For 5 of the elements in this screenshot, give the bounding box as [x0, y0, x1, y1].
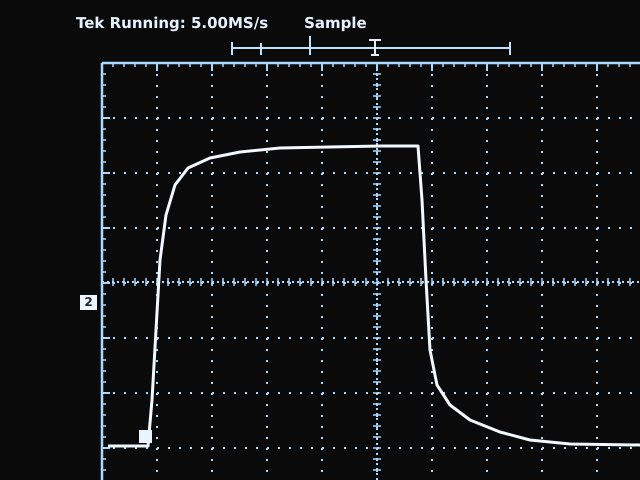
- acquisition-mode: Sample: [304, 16, 367, 31]
- trigger-position-icon: [368, 39, 382, 56]
- trigger-point-marker: [139, 430, 152, 443]
- acquisition-status: Tek Running: 5.00MS/s: [76, 16, 268, 31]
- channel-marker: 2: [80, 295, 97, 310]
